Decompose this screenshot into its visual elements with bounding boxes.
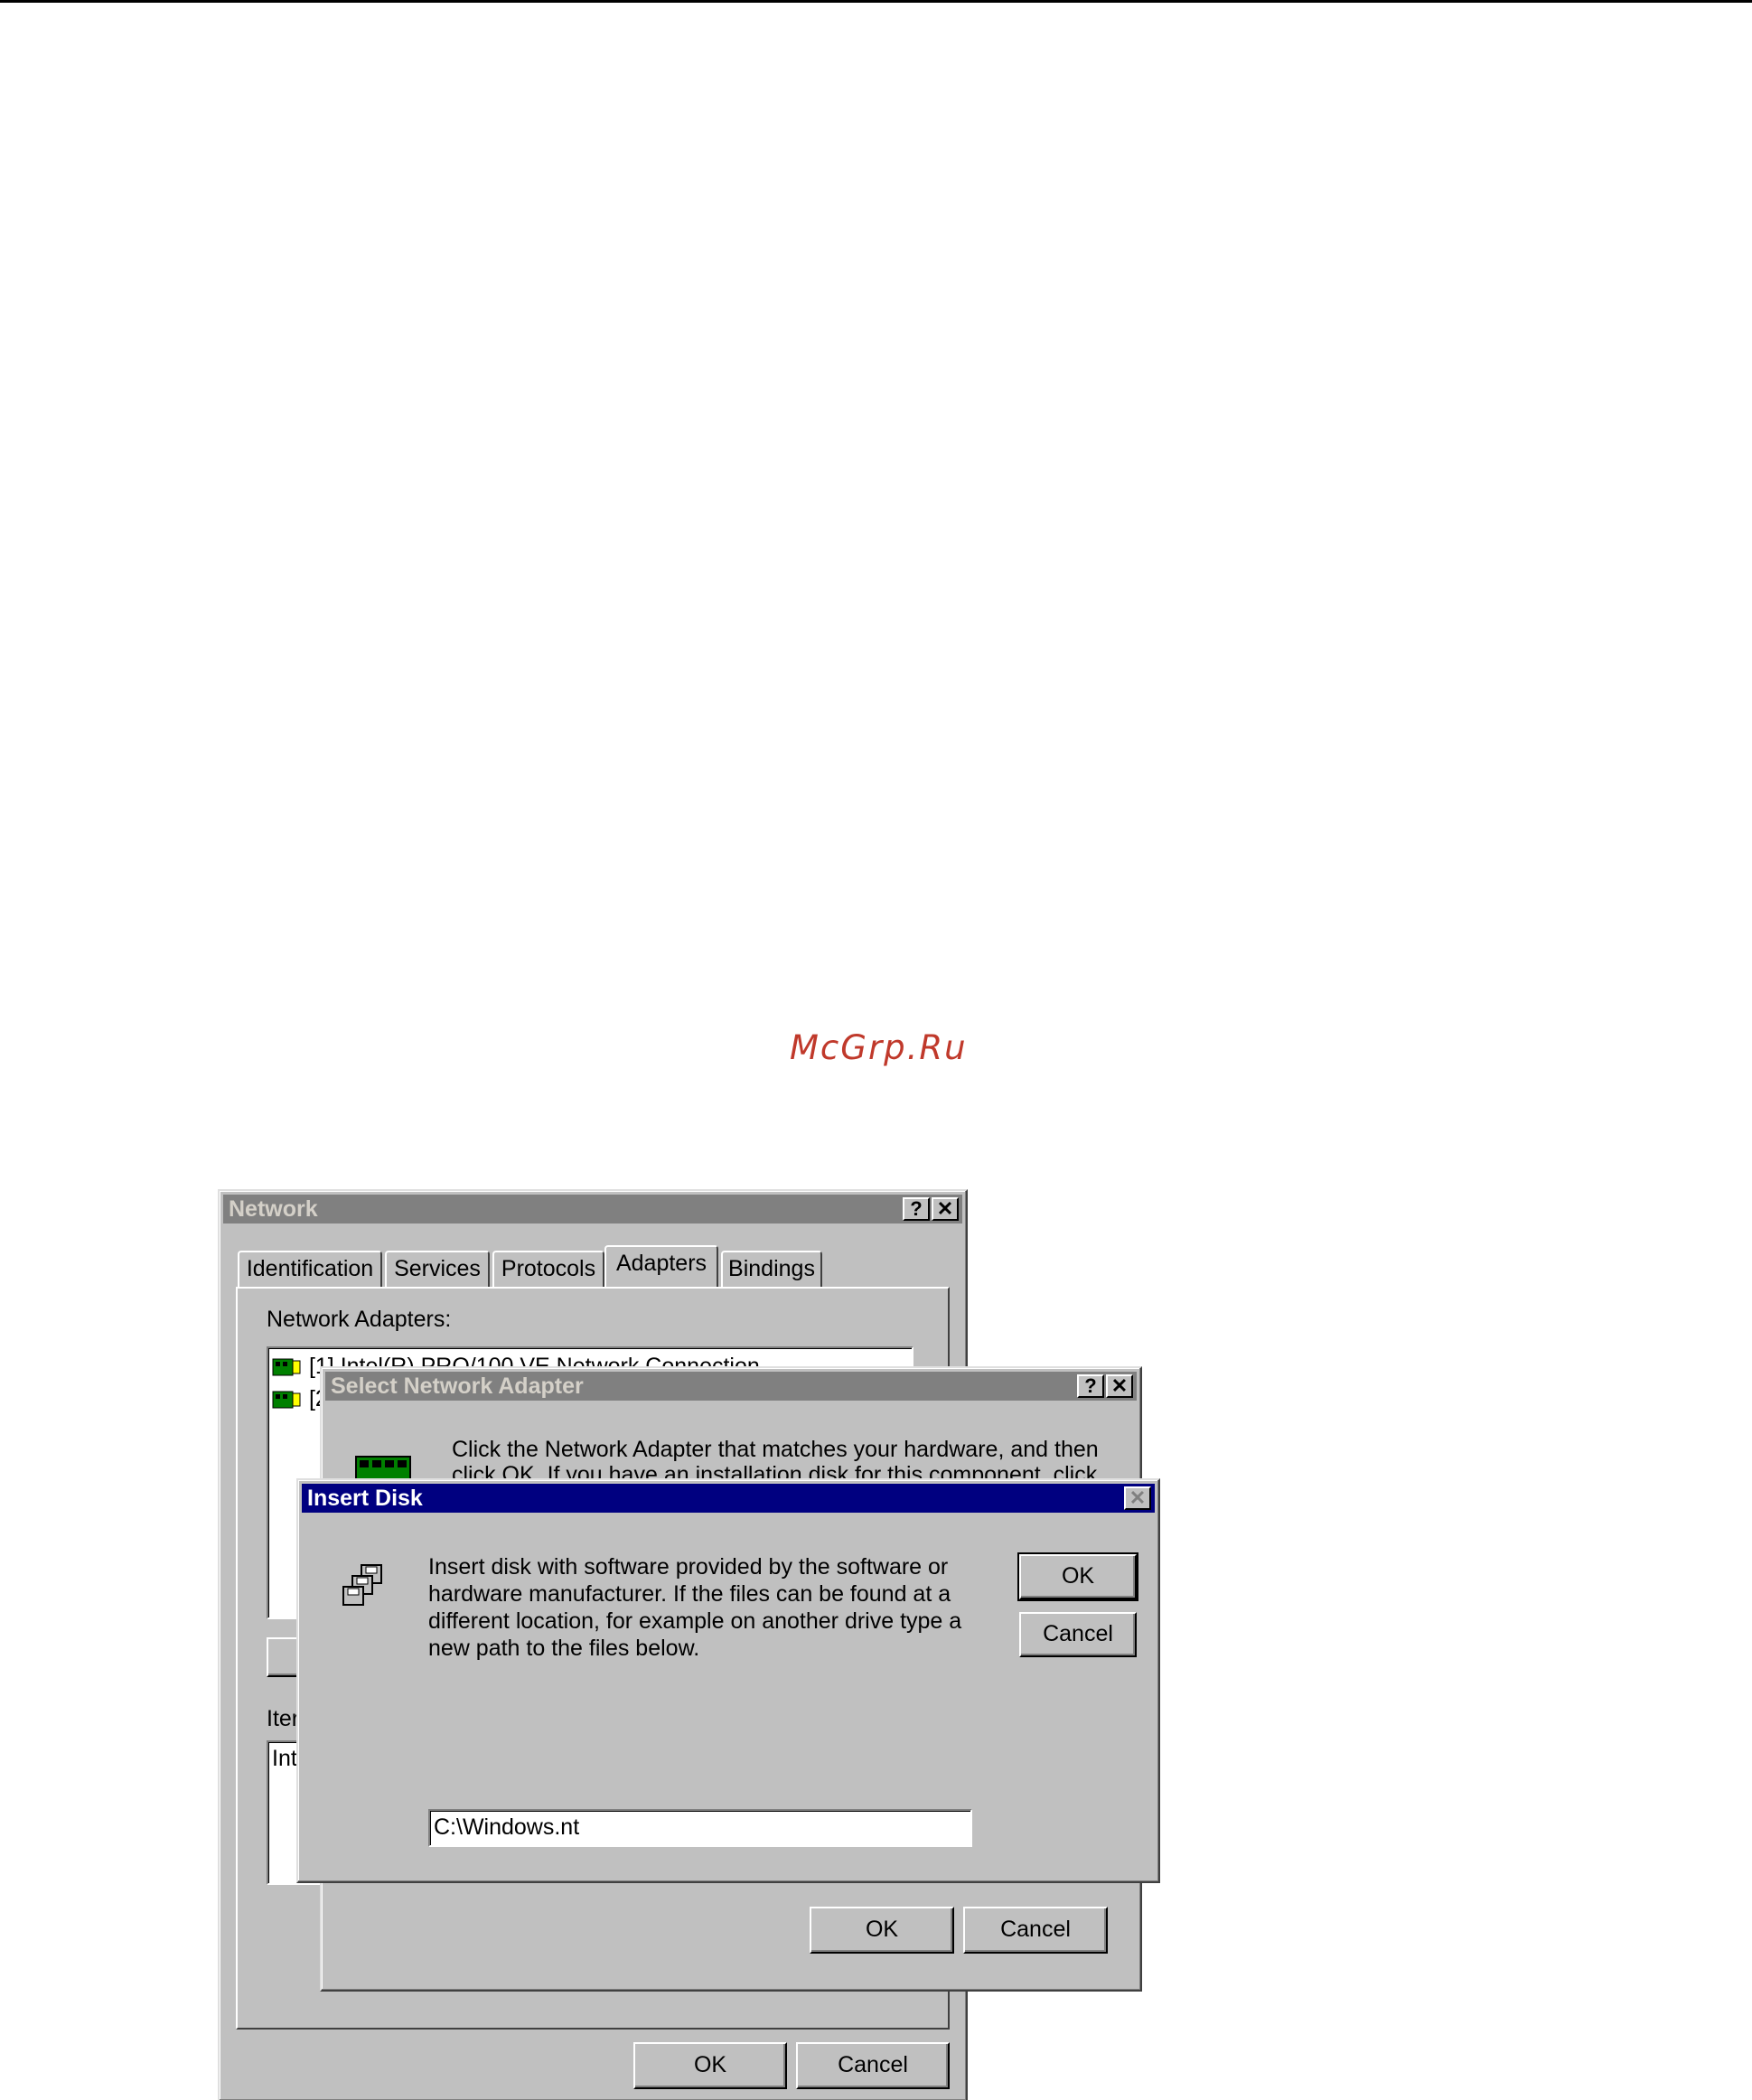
insert-disk-message-line2: hardware manufacturer. If the files can … — [428, 1581, 951, 1607]
path-input[interactable]: C:\Windows.nt — [428, 1809, 972, 1847]
tab-label: Protocols — [501, 1256, 596, 1281]
network-card-icon — [272, 1391, 301, 1409]
tab-protocols[interactable]: Protocols — [492, 1251, 604, 1287]
cancel-label: Cancel — [1000, 1917, 1071, 1942]
help-button[interactable]: ? — [903, 1197, 930, 1221]
ok-label: OK — [693, 2052, 727, 2077]
close-icon: ✕ — [936, 1197, 954, 1220]
cancel-label: Cancel — [1043, 1621, 1113, 1646]
tab-label: Bindings — [728, 1256, 815, 1281]
tab-bindings[interactable]: Bindings — [721, 1251, 822, 1287]
insert-disk-cancel-button[interactable]: Cancel — [1019, 1612, 1137, 1657]
network-ok-button[interactable]: OK — [633, 2042, 787, 2089]
help-button[interactable]: ? — [1077, 1374, 1104, 1398]
select-adapter-ok-button[interactable]: OK — [810, 1907, 954, 1954]
insert-disk-title: Insert Disk — [307, 1486, 423, 1511]
select-adapter-titlebar[interactable]: Select Network Adapter ? ✕ — [325, 1372, 1137, 1401]
network-card-icon — [272, 1358, 301, 1376]
tab-label: Identification — [246, 1256, 374, 1281]
watermark-text: McGrp.Ru — [790, 1028, 968, 1067]
select-adapter-description-line1: Click the Network Adapter that matches y… — [452, 1437, 1099, 1462]
close-icon: ✕ — [1110, 1374, 1129, 1397]
network-titlebar[interactable]: Network ? ✕ — [223, 1195, 962, 1223]
tab-label: Services — [394, 1256, 481, 1281]
item-notes-label: Iter — [267, 1706, 300, 1731]
cancel-label: Cancel — [838, 2052, 908, 2077]
tab-services[interactable]: Services — [385, 1251, 490, 1287]
page-top-rule — [0, 0, 1752, 3]
select-adapter-title: Select Network Adapter — [331, 1373, 584, 1399]
close-button[interactable]: ✕ — [1106, 1374, 1133, 1398]
path-input-value: C:\Windows.nt — [434, 1814, 580, 1840]
close-icon: ✕ — [1129, 1486, 1147, 1509]
tab-label: Adapters — [615, 1251, 707, 1276]
insert-disk-ok-button[interactable]: OK — [1017, 1552, 1138, 1601]
floppy-disks-icon — [342, 1564, 382, 1606]
network-cancel-button[interactable]: Cancel — [796, 2042, 950, 2089]
insert-disk-message-line1: Insert disk with software provided by th… — [428, 1554, 949, 1580]
insert-disk-message-line3: different location, for example on anoth… — [428, 1608, 962, 1634]
network-title: Network — [229, 1196, 318, 1222]
close-button[interactable]: ✕ — [932, 1197, 959, 1221]
tab-identification[interactable]: Identification — [238, 1251, 382, 1287]
insert-disk-titlebar[interactable]: Insert Disk ✕ — [302, 1484, 1155, 1513]
tab-adapters[interactable]: Adapters — [604, 1245, 718, 1287]
ok-label: OK — [865, 1917, 899, 1942]
select-adapter-cancel-button[interactable]: Cancel — [963, 1907, 1108, 1954]
ok-label: OK — [1061, 1563, 1095, 1589]
help-icon: ? — [910, 1197, 923, 1220]
insert-disk-dialog: Insert Disk ✕ Insert disk with software … — [296, 1478, 1160, 1883]
close-button[interactable]: ✕ — [1124, 1486, 1151, 1510]
item-notes-text: Int — [272, 1746, 297, 1771]
insert-disk-message-line4: new path to the files below. — [428, 1636, 700, 1661]
help-icon: ? — [1084, 1374, 1097, 1397]
network-adapters-label: Network Adapters: — [267, 1307, 452, 1332]
